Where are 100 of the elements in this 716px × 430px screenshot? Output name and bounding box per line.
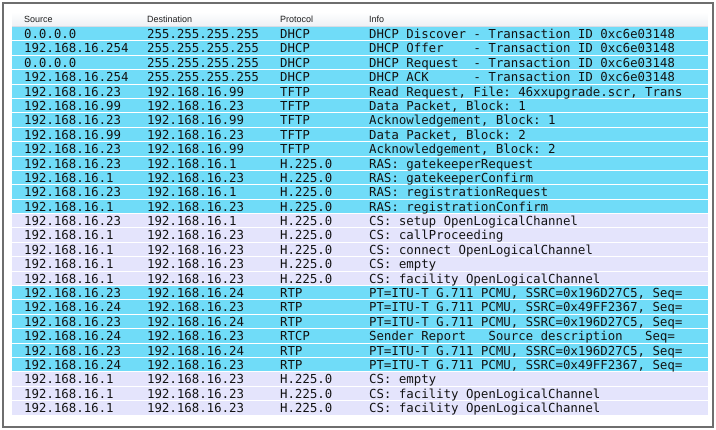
table-cell: PT=ITU-T G.711 PCMU, SSRC=0x49FF2367, Seq= — [369, 300, 682, 314]
table-cell-text: TFTP — [280, 98, 311, 112]
packet-row[interactable]: 192.168.16.99 192.168.16.23 TFTP Data Packet, Block: 2 — [12, 128, 708, 142]
table-cell-text: TFTP — [280, 128, 311, 142]
packet-row[interactable]: 192.168.16.1 192.168.16.23 H.225.0 CS: connect OpenLogicalChannel — [12, 242, 708, 258]
table-cell-text: H.225.0 — [280, 170, 334, 184]
table-cell-text: TFTP — [280, 84, 311, 98]
table-cell-text: 192.168.16.23 — [23, 113, 122, 127]
table-cell: Data Packet, Block: 1 — [369, 98, 526, 112]
table-cell: DHCP Discover - Transaction ID 0xc6e03148 — [369, 27, 675, 40]
table-cell-text: 192.168.16.23 — [147, 128, 245, 142]
table-cell-text: 192.168.16.1 — [23, 257, 115, 271]
table-cell-text: 192.168.16.23 — [23, 142, 122, 156]
packet-row[interactable]: 192.168.16.23 192.168.16.24 RTP PT=ITU-T G.711 PCMU, SSRC=0x196D27C5, Seq= — [12, 286, 708, 300]
table-cell-text: 255.255.255.255 — [147, 27, 260, 40]
column-header[interactable]: Info — [369, 12, 384, 26]
table-cell-text: 192.168.16.99 — [23, 128, 122, 142]
table-cell: CS: facility OpenLogicalChannel — [369, 401, 600, 415]
table-cell-text: 192.168.16.99 — [147, 84, 245, 98]
table-cell-text: 192.168.16.23 — [147, 329, 245, 343]
table-cell-text: 192.168.16.23 — [147, 272, 245, 286]
table-cell-text: H.225.0 — [280, 200, 334, 214]
table-cell-text: DHCP — [280, 41, 311, 55]
table-cell: RAS: gatekeeperConfirm — [369, 170, 534, 184]
packet-row[interactable]: 0.0.0.0 255.255.255.255 DHCP DHCP Discover - Transaction ID 0xc6e03148 — [12, 27, 708, 42]
column-header[interactable]: Protocol — [280, 12, 369, 26]
packet-row[interactable]: 192.168.16.1 192.168.16.23 H.225.0 CS: empty — [12, 372, 708, 387]
table-cell-text: 192.168.16.1 — [23, 401, 115, 415]
table-cell: Acknowledgement, Block: 2 — [369, 142, 556, 156]
table-cell-text: 192.168.16.23 — [147, 242, 245, 256]
table-cell-text: RTP — [280, 286, 304, 300]
table-cell: PT=ITU-T G.711 PCMU, SSRC=0x196D27C5, Seq= — [369, 314, 682, 328]
packet-row[interactable]: 192.168.16.1 192.168.16.23 H.225.0 RAS: registrationConfirm — [12, 200, 708, 214]
packet-row[interactable]: 192.168.16.24 192.168.16.23 RTCP Sender Report Source description Seq= — [12, 329, 708, 344]
table-cell: Acknowledgement, Block: 1 — [369, 113, 556, 127]
table-cell-text: 192.168.16.23 — [147, 300, 245, 314]
table-cell: DHCP Offer - Transaction ID 0xc6e03148 — [369, 41, 675, 55]
packet-row[interactable]: 192.168.16.1 192.168.16.23 H.225.0 RAS: gatekeeperConfirm — [12, 170, 708, 186]
table-cell-text: 192.168.16.23 — [147, 170, 245, 184]
packet-row[interactable]: 192.168.16.23 192.168.16.99 TFTP Read Request, File: 46xxupgrade.scr, Trans — [12, 84, 708, 99]
table-cell: PT=ITU-T G.711 PCMU, SSRC=0x196D27C5, Seq= — [369, 286, 682, 300]
table-cell-text: TFTP — [280, 142, 311, 156]
packet-row[interactable]: 192.168.16.254 255.255.255.255 DHCP DHCP Offer - Transaction ID 0xc6e03148 — [12, 41, 708, 56]
table-cell: RAS: registrationConfirm — [369, 200, 548, 214]
table-cell-text: RTP — [280, 358, 304, 372]
table-cell-text: 192.168.16.23 — [147, 401, 245, 415]
table-cell-text: 192.168.16.24 — [147, 344, 245, 357]
column-header[interactable]: Destination — [147, 12, 280, 26]
table-cell-text: 192.168.16.23 — [147, 257, 245, 271]
table-cell: RAS: gatekeeperRequest — [369, 156, 534, 170]
table-cell: CS: connect OpenLogicalChannel — [369, 242, 593, 256]
table-cell-text: DHCP — [280, 70, 311, 84]
packet-row[interactable]: 192.168.16.1 192.168.16.23 H.225.0 CS: empty — [12, 257, 708, 272]
table-cell-text: 192.168.16.23 — [147, 386, 245, 400]
packet-row[interactable]: 192.168.16.23 192.168.16.99 TFTP Acknowledgement, Block: 1 — [12, 113, 708, 128]
packet-row[interactable]: 192.168.16.23 192.168.16.99 TFTP Acknowledgement, Block: 2 — [12, 142, 708, 157]
packet-row[interactable]: 192.168.16.23 192.168.16.24 RTP PT=ITU-T G.711 PCMU, SSRC=0x196D27C5, Seq= — [12, 344, 708, 358]
table-cell-text: DHCP — [280, 56, 311, 70]
table-cell-text: 192.168.16.23 — [147, 358, 245, 372]
packet-row[interactable]: 192.168.16.1 192.168.16.23 H.225.0 CS: facility OpenLogicalChannel — [12, 272, 708, 286]
table-cell-text: 192.168.16.23 — [23, 84, 122, 98]
packet-row[interactable]: 0.0.0.0 255.255.255.255 DHCP DHCP Request - Transaction ID 0xc6e03148 — [12, 56, 708, 70]
table-cell-text: 192.168.16.23 — [147, 228, 245, 242]
packet-row[interactable]: 192.168.16.23 192.168.16.24 RTP PT=ITU-T G.711 PCMU, SSRC=0x196D27C5, Seq= — [12, 314, 708, 330]
table-cell-text: H.225.0 — [280, 214, 334, 228]
packet-row[interactable]: 192.168.16.254 255.255.255.255 DHCP DHCP ACK - Transaction ID 0xc6e03148 — [12, 70, 708, 85]
table-cell-text: H.225.0 — [280, 372, 334, 386]
table-cell-text: H.225.0 — [280, 156, 334, 170]
table-cell-text: 192.168.16.24 — [147, 314, 245, 328]
table-cell-text: H.225.0 — [280, 185, 334, 199]
packet-row[interactable]: 192.168.16.24 192.168.16.23 RTP PT=ITU-T G.711 PCMU, SSRC=0x49FF2367, Seq= — [12, 300, 708, 315]
packet-row[interactable]: 192.168.16.1 192.168.16.23 H.225.0 CS: facility OpenLogicalChannel — [12, 401, 708, 416]
table-cell-text: H.225.0 — [280, 242, 334, 256]
table-cell-text: RTP — [280, 300, 304, 314]
table-cell-text: 192.168.16.23 — [23, 314, 122, 328]
packet-row[interactable]: 192.168.16.23 192.168.16.1 H.225.0 CS: setup OpenLogicalChannel — [12, 214, 708, 228]
table-cell-text: 255.255.255.255 — [147, 70, 260, 84]
table-cell-text: H.225.0 — [280, 386, 334, 400]
packet-row[interactable]: 192.168.16.99 192.168.16.23 TFTP Data Packet, Block: 1 — [12, 98, 708, 114]
table-cell: CS: callProceeding — [369, 228, 504, 242]
packet-row[interactable]: 192.168.16.23 192.168.16.1 H.225.0 RAS: registrationRequest — [12, 185, 708, 200]
column-header[interactable]: Source — [12, 12, 147, 26]
table-cell-text: 192.168.16.1 — [23, 228, 115, 242]
table-cell-text: 192.168.16.1 — [147, 185, 238, 199]
table-cell-text: 192.168.16.1 — [23, 242, 115, 256]
packet-row[interactable]: 192.168.16.1 192.168.16.23 H.225.0 CS: callProceeding — [12, 228, 708, 243]
table-cell-text: 192.168.16.1 — [23, 200, 115, 214]
table-cell-text: 192.168.16.23 — [23, 185, 122, 199]
table-cell-text: 0.0.0.0 — [23, 27, 78, 40]
table-cell-text: H.225.0 — [280, 228, 334, 242]
table-cell-text: DHCP — [280, 27, 311, 40]
table-cell: DHCP Request - Transaction ID 0xc6e03148 — [369, 56, 675, 70]
packet-row[interactable]: 192.168.16.1 192.168.16.23 H.225.0 CS: facility OpenLogicalChannel — [12, 386, 708, 402]
packet-row[interactable]: 192.168.16.24 192.168.16.23 RTP PT=ITU-T G.711 PCMU, SSRC=0x49FF2367, Seq= — [12, 358, 708, 372]
table-cell-text: 192.168.16.99 — [147, 113, 245, 127]
table-cell: CS: facility OpenLogicalChannel — [369, 272, 600, 286]
table-cell-text: 255.255.255.255 — [147, 41, 260, 55]
packet-row[interactable]: 192.168.16.23 192.168.16.1 H.225.0 RAS: gatekeeperRequest — [12, 156, 708, 171]
table-cell-text: 192.168.16.1 — [147, 156, 238, 170]
table-cell-text: H.225.0 — [280, 272, 334, 286]
